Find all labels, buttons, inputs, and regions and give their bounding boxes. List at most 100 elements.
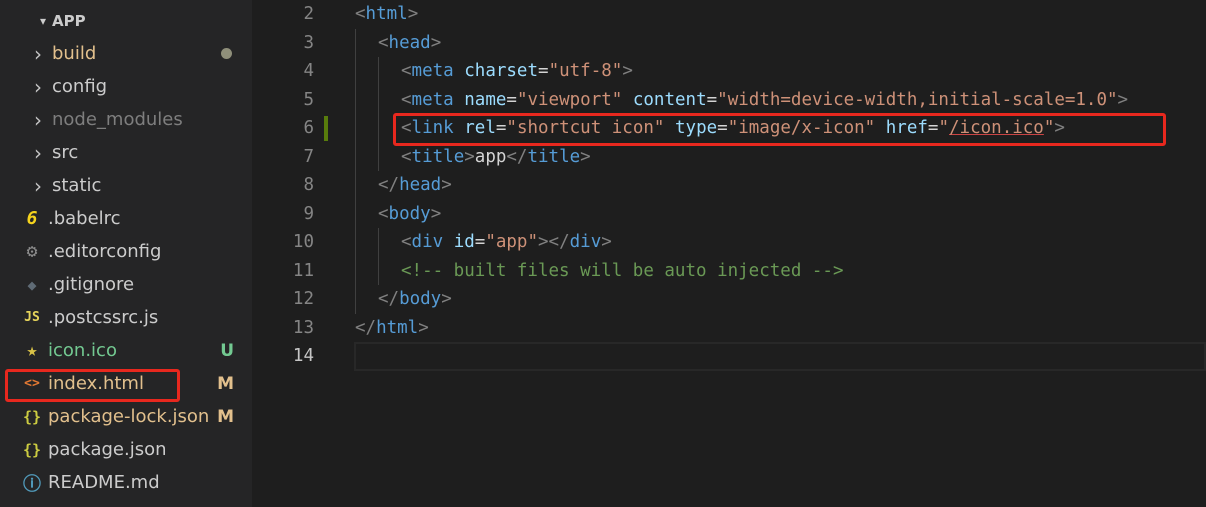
code-line[interactable]: 8 </head> [252,171,1206,200]
line-number: 4 [303,61,314,82]
code-line[interactable]: 12 </body> [252,285,1206,314]
file-item-gitignore[interactable]: ◆ .gitignore [0,268,252,301]
line-number: 9 [303,203,314,224]
folder-item-static[interactable]: › static [0,169,252,202]
indent-guide [378,142,379,171]
file-item-index-html[interactable]: <> index.html M [0,367,252,400]
indent-guide [355,114,356,143]
line-number: 12 [292,289,314,310]
code-token: < [401,118,412,139]
code-line[interactable]: 2 <html> [252,0,1206,29]
code-token: </ [506,146,528,167]
code-line[interactable]: 9 <body> [252,199,1206,228]
code-token: = [717,118,728,139]
code-line[interactable]: 5 <meta name="viewport" content="width=de… [252,85,1206,114]
file-item-babelrc[interactable]: 6 .babelrc [0,202,252,235]
code-token: > [430,203,442,224]
tree-item-label: package.json [48,439,167,460]
line-number: 5 [303,89,314,110]
code-text: <div id="app"></div> [401,232,612,252]
chevron-right-icon: › [34,107,42,132]
code-token: > [622,61,633,82]
code-line[interactable]: 4 <meta charset="utf-8"> [252,57,1206,86]
file-item-readme-md[interactable]: ⓘ README.md [0,466,252,499]
code-token: id [453,232,475,253]
file-item-package-json[interactable]: {} package.json [0,433,252,466]
folder-item-src[interactable]: › src [0,136,252,169]
code-token: </ [378,175,400,196]
code-line[interactable]: 14 [252,342,1206,371]
modified-gutter-marker [324,116,328,141]
code-token: < [401,89,412,110]
code-line[interactable]: 11 <!-- built files will be auto injected… [252,256,1206,285]
git-status-badge: U [220,340,234,361]
code-token: " [938,118,950,139]
code-text: <body> [378,204,441,224]
tree-item-label: node_modules [52,109,183,130]
line-number: 3 [303,32,314,53]
tree-item-label: build [52,43,97,64]
code-token: title [527,146,581,167]
indent-guide [355,256,356,285]
indent-guide [355,285,356,314]
code-text: <html> [355,4,418,24]
code-token: "image/x-icon" [727,118,876,139]
code-token: content [632,89,707,110]
code-token: ></ [538,232,570,253]
code-editor[interactable]: 2 <html> 3 <head> 4 <meta charset="utf-8"> 5 <m… [252,0,1206,507]
file-item-icon-ico[interactable]: ★ icon.ico U [0,334,252,367]
tree-item-label: .gitignore [48,274,135,295]
code-line[interactable]: 6 <link rel="shortcut icon" type="image/x… [252,114,1206,143]
folder-item-build[interactable]: › build [0,37,252,70]
tree-item-label: .babelrc [48,208,121,229]
code-token: < [401,146,412,167]
code-token: > [441,289,452,310]
indent-guide [378,256,379,285]
code-token: div [569,232,602,253]
code-token: app [474,146,507,167]
code-token: name [464,89,507,110]
code-text: </html> [355,318,429,338]
indent-guide [355,228,356,257]
folder-item-node-modules[interactable]: › node_modules [0,103,252,136]
info-icon: ⓘ [23,473,41,495]
code-token: > [418,317,429,338]
code-token: > [430,32,442,53]
git-status-badge: M [217,406,234,427]
indent-guide [355,85,356,114]
indent-guide [355,171,356,200]
code-token: "shortcut icon" [506,118,665,139]
code-line[interactable]: 3 <head> [252,28,1206,57]
file-item-postcssrc-js[interactable]: JS .postcssrc.js [0,301,252,334]
explorer-root-header[interactable]: ▾ APP [0,4,252,37]
code-token: "viewport" [516,89,623,110]
code-token: > [1117,89,1129,110]
file-item-package-lock-json[interactable]: {} package-lock.json M [0,400,252,433]
tree-item-label: index.html [48,373,144,394]
indent-guide [355,28,356,57]
file-item-editorconfig[interactable]: ⚙ .editorconfig [0,235,252,268]
tree-item-label: config [52,76,108,97]
indent-guide [378,57,379,86]
code-token: <!-- built files will be auto injected -… [401,260,844,281]
indent-guide [355,142,356,171]
code-token: charset [464,61,539,82]
current-line-highlight [354,342,1206,371]
code-token: = [706,89,718,110]
code-line[interactable]: 10 <div id="app"></div> [252,228,1206,257]
code-token: "app" [485,232,539,253]
code-token: </ [355,317,377,338]
code-token: " [1043,118,1055,139]
code-token: < [401,232,412,253]
chevron-right-icon: › [34,140,42,165]
folder-item-config[interactable]: › config [0,70,252,103]
code-line[interactable]: 13 </html> [252,314,1206,343]
code-token: > [407,4,419,25]
explorer-sidebar: ▾ APP › build › config › node_modules › src › sta… [0,0,252,507]
code-line[interactable]: 7 <title>app</title> [252,142,1206,171]
tree-item-label: .editorconfig [48,241,162,262]
code-token: = [495,118,507,139]
git-status-badge: M [217,373,234,394]
